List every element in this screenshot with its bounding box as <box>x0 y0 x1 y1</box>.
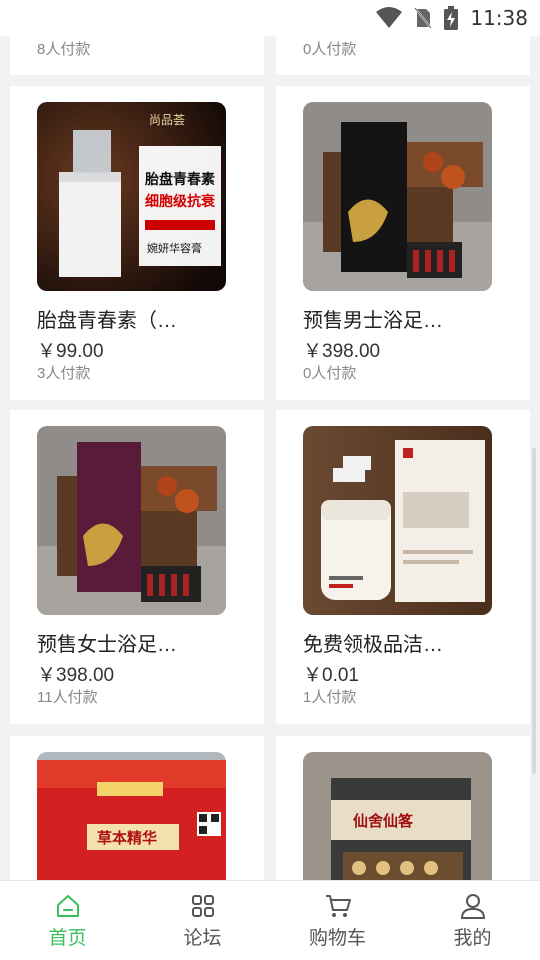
product-title[interactable]: 预售女士浴足… <box>37 628 237 657</box>
product-image[interactable] <box>303 102 492 291</box>
tab-label: 论坛 <box>183 928 222 949</box>
paid-count: 0人付款 <box>303 41 357 58</box>
status-time: 11:38 <box>470 6 528 30</box>
no-sim-icon <box>414 7 433 29</box>
product-price: ￥99.00 <box>37 341 104 362</box>
svg-text:仙舍仙笿: 仙舍仙笿 <box>353 812 414 830</box>
svg-text:胎盘青春素: 胎盘青春素 <box>145 171 215 188</box>
svg-text:尚品荟: 尚品荟 <box>149 113 185 127</box>
scrollbar[interactable] <box>532 448 536 774</box>
product-feed[interactable]: 8人付款 0人付款 尚品荟 胎盘青春素 细胞级抗衰 婉妍华容膏 胎盘青春素（… … <box>0 0 540 880</box>
paid-count: 0人付款 <box>303 365 357 382</box>
user-icon <box>460 894 485 919</box>
product-title[interactable]: 预售男士浴足… <box>303 304 503 333</box>
paid-count: 1人付款 <box>303 689 357 706</box>
battery-charging-icon <box>444 6 459 30</box>
product-card[interactable]: 免费领极品洁… ￥0.01 1人付款 <box>276 410 530 724</box>
product-card[interactable]: 预售女士浴足… ￥398.00 11人付款 <box>10 410 264 724</box>
product-price: ￥398.00 <box>37 665 115 686</box>
product-price: ￥398.00 <box>303 341 381 362</box>
product-price: ￥0.01 <box>303 665 359 686</box>
product-card[interactable]: 尚品荟 胎盘青春素 细胞级抗衰 婉妍华容膏 胎盘青春素（… ￥99.00 3人付… <box>10 86 264 400</box>
tab-label: 我的 <box>453 928 492 949</box>
tab-mine[interactable]: 我的 <box>405 881 540 960</box>
product-card[interactable]: 预售男士浴足… ￥398.00 0人付款 <box>276 86 530 400</box>
product-card[interactable]: 草本精华 <box>10 736 264 880</box>
paid-count: 11人付款 <box>37 689 98 706</box>
product-image[interactable] <box>303 426 492 615</box>
product-card[interactable]: 仙舍仙笿 <box>276 736 530 880</box>
product-title[interactable]: 免费领极品洁… <box>303 628 503 657</box>
product-image[interactable]: 仙舍仙笿 <box>303 752 492 880</box>
tab-forum[interactable]: 论坛 <box>135 881 270 960</box>
home-icon <box>56 895 79 917</box>
product-image[interactable]: 尚品荟 胎盘青春素 细胞级抗衰 婉妍华容膏 <box>37 102 226 291</box>
status-bar: 11:38 <box>0 0 540 36</box>
svg-text:细胞级抗衰: 细胞级抗衰 <box>145 193 216 210</box>
bottom-tab-bar: 首页 论坛 购物车 我的 <box>0 880 540 960</box>
tab-label: 首页 <box>48 928 87 949</box>
product-title[interactable]: 胎盘青春素（… <box>37 304 237 333</box>
tab-label: 购物车 <box>308 928 366 949</box>
paid-count: 8人付款 <box>37 41 91 58</box>
product-image[interactable] <box>37 426 226 615</box>
wifi-icon <box>376 7 403 28</box>
svg-text:草本精华: 草本精华 <box>97 829 157 847</box>
tab-home[interactable]: 首页 <box>0 881 135 960</box>
svg-text:婉妍华容膏: 婉妍华容膏 <box>147 241 202 255</box>
tab-cart[interactable]: 购物车 <box>270 881 405 960</box>
paid-count: 3人付款 <box>37 365 91 382</box>
cart-icon <box>325 895 351 917</box>
grid-icon <box>191 895 214 917</box>
product-image[interactable]: 草本精华 <box>37 752 226 880</box>
